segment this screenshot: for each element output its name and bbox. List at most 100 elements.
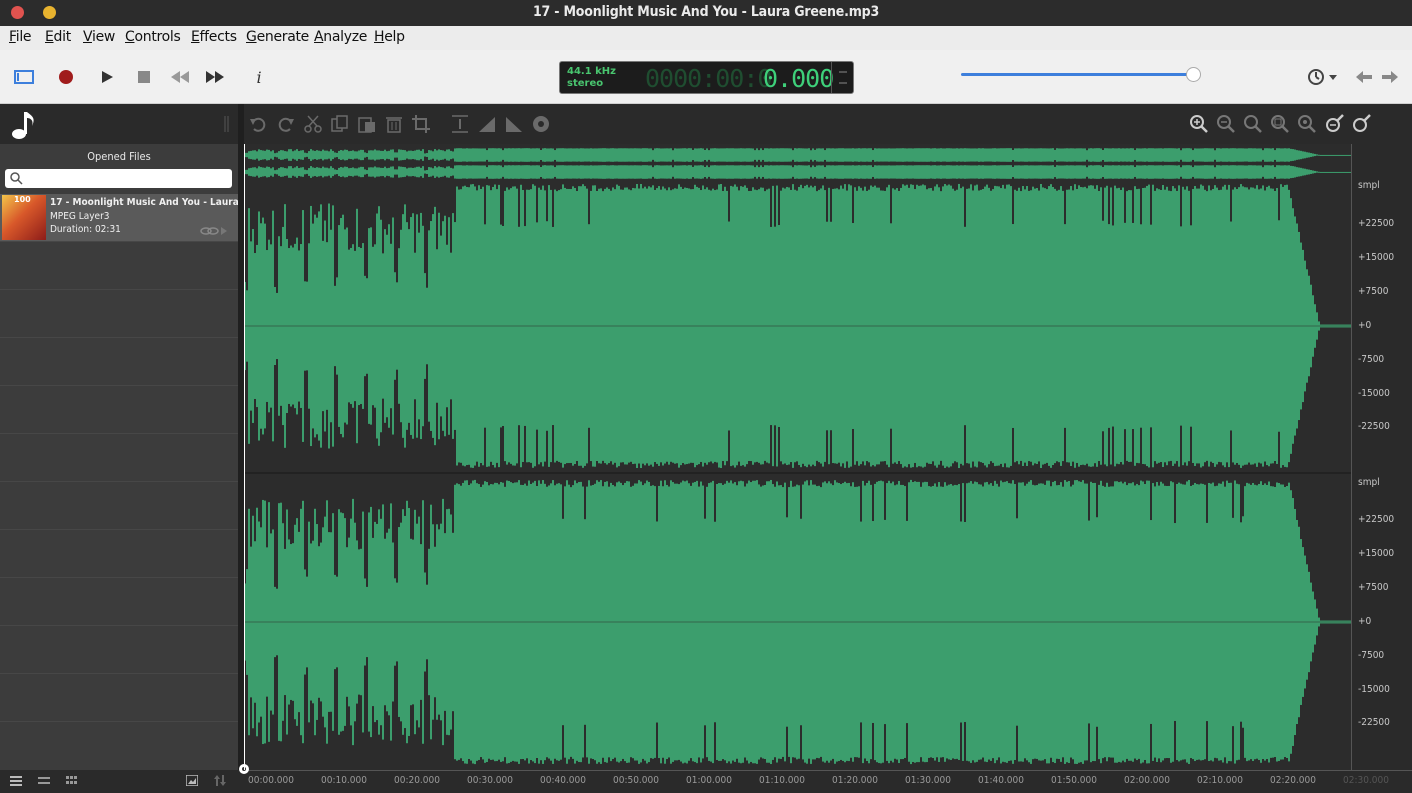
copy-icon[interactable] <box>330 114 350 134</box>
file-link-icon[interactable] <box>200 226 230 236</box>
overview-bar <box>984 148 986 162</box>
overview-bar <box>884 165 886 179</box>
zoom-out-icon[interactable] <box>1216 114 1236 134</box>
fast-forward-button[interactable] <box>203 65 227 89</box>
title-bar: 17 - Moonlight Music And You - Laura Gre… <box>0 0 1412 26</box>
overview-bar <box>464 148 466 162</box>
undo-icon[interactable] <box>248 114 268 134</box>
overview-bar <box>426 153 428 157</box>
overview-bar <box>1232 148 1234 162</box>
view-list-icon[interactable] <box>38 776 50 786</box>
overview-bar <box>762 150 764 160</box>
overview-bar <box>1238 165 1240 179</box>
play-button[interactable] <box>95 65 119 89</box>
overview-bar <box>980 148 982 162</box>
overview-bar <box>696 148 698 162</box>
overview-bar <box>734 165 736 179</box>
zoom-in-icon[interactable] <box>1189 114 1209 134</box>
menu-generate[interactable]: Generate <box>246 29 309 45</box>
overview-bar <box>326 150 328 160</box>
menu-help[interactable]: Help <box>374 29 405 45</box>
overview-bar <box>510 165 512 179</box>
toggle-sidebar-button[interactable] <box>12 65 36 89</box>
overview-bar <box>904 165 906 179</box>
image-icon[interactable] <box>186 775 198 786</box>
sidebar-row-divider <box>0 577 238 578</box>
zoom-full-icon[interactable] <box>1297 114 1317 134</box>
effects-dial-icon[interactable] <box>531 114 551 134</box>
record-button[interactable] <box>54 65 78 89</box>
overview-bar <box>722 165 724 179</box>
overview-bar <box>608 148 610 162</box>
overview-bar <box>598 165 600 179</box>
back-button[interactable] <box>1352 65 1376 89</box>
overview-bar <box>1088 148 1090 162</box>
vertical-zoom-in-icon[interactable] <box>1324 114 1344 134</box>
sort-icon[interactable] <box>214 775 226 786</box>
fade-out-icon[interactable] <box>504 114 524 134</box>
overview-bar <box>1210 165 1212 179</box>
overview-bar <box>1032 165 1034 179</box>
overview-bar <box>1018 148 1020 162</box>
overview-bar <box>1160 148 1162 162</box>
overview-bar <box>376 167 378 177</box>
overview-bar <box>550 148 552 162</box>
overview-bar <box>434 166 436 178</box>
waveform-canvas[interactable] <box>244 144 1412 770</box>
menu-controls[interactable]: Controls <box>125 29 181 45</box>
overview-bar <box>778 148 780 162</box>
overview-bar <box>1028 165 1030 179</box>
overview-bar <box>374 149 376 161</box>
vertical-zoom-out-icon[interactable] <box>1351 114 1371 134</box>
overview-bar <box>692 166 694 178</box>
menu-edit[interactable]: Edit <box>45 29 71 45</box>
rewind-button[interactable] <box>168 65 192 89</box>
time-format-toggle[interactable] <box>831 62 853 93</box>
overview-bar <box>1054 149 1056 161</box>
overview-bar <box>1050 148 1052 162</box>
zoom-fit-icon[interactable] <box>1243 114 1263 134</box>
overview-bar <box>620 165 622 179</box>
overview-bar <box>320 151 322 159</box>
overview-bar <box>1124 148 1126 162</box>
overview-bar <box>1334 154 1336 156</box>
fade-in-icon[interactable] <box>477 114 497 134</box>
paste-icon[interactable] <box>357 114 377 134</box>
redo-icon[interactable] <box>276 114 296 134</box>
stop-button[interactable] <box>132 65 156 89</box>
overview-bar <box>1234 165 1236 179</box>
menu-effects[interactable]: Effects <box>191 29 237 45</box>
overview-bar <box>1302 168 1304 176</box>
view-list-small-icon[interactable] <box>10 776 22 786</box>
crop-icon[interactable] <box>411 114 431 134</box>
overview-bar <box>994 148 996 162</box>
overview-bar <box>976 148 978 162</box>
record-icon <box>59 70 73 84</box>
view-grid-icon[interactable] <box>66 776 78 786</box>
overview-bar <box>518 165 520 179</box>
overview-bar <box>1158 148 1160 162</box>
overview-bar <box>1006 148 1008 162</box>
overview-bar <box>968 148 970 162</box>
overview-bar <box>382 150 384 160</box>
trash-icon[interactable] <box>384 114 404 134</box>
info-button[interactable]: i <box>247 65 271 89</box>
zoom-selection-icon[interactable] <box>1270 114 1290 134</box>
volume-slider-track[interactable] <box>961 73 1193 76</box>
forward-button[interactable] <box>1378 65 1402 89</box>
volume-slider-handle[interactable] <box>1186 67 1201 82</box>
cut-icon[interactable] <box>303 114 323 134</box>
overview-bar <box>534 165 536 179</box>
overview-bar <box>1040 148 1042 162</box>
menu-view[interactable]: View <box>83 29 115 45</box>
history-button[interactable] <box>1306 65 1340 89</box>
overview-bar <box>370 150 372 160</box>
overview-bar <box>1256 165 1258 179</box>
normalize-icon[interactable] <box>450 114 470 134</box>
file-search-input[interactable] <box>5 169 232 188</box>
overview-bar <box>652 167 654 177</box>
menu-file[interactable]: File <box>9 29 32 45</box>
overview-bar <box>716 148 718 162</box>
menu-analyze[interactable]: Analyze <box>314 29 367 45</box>
overview-bar <box>1108 148 1110 162</box>
